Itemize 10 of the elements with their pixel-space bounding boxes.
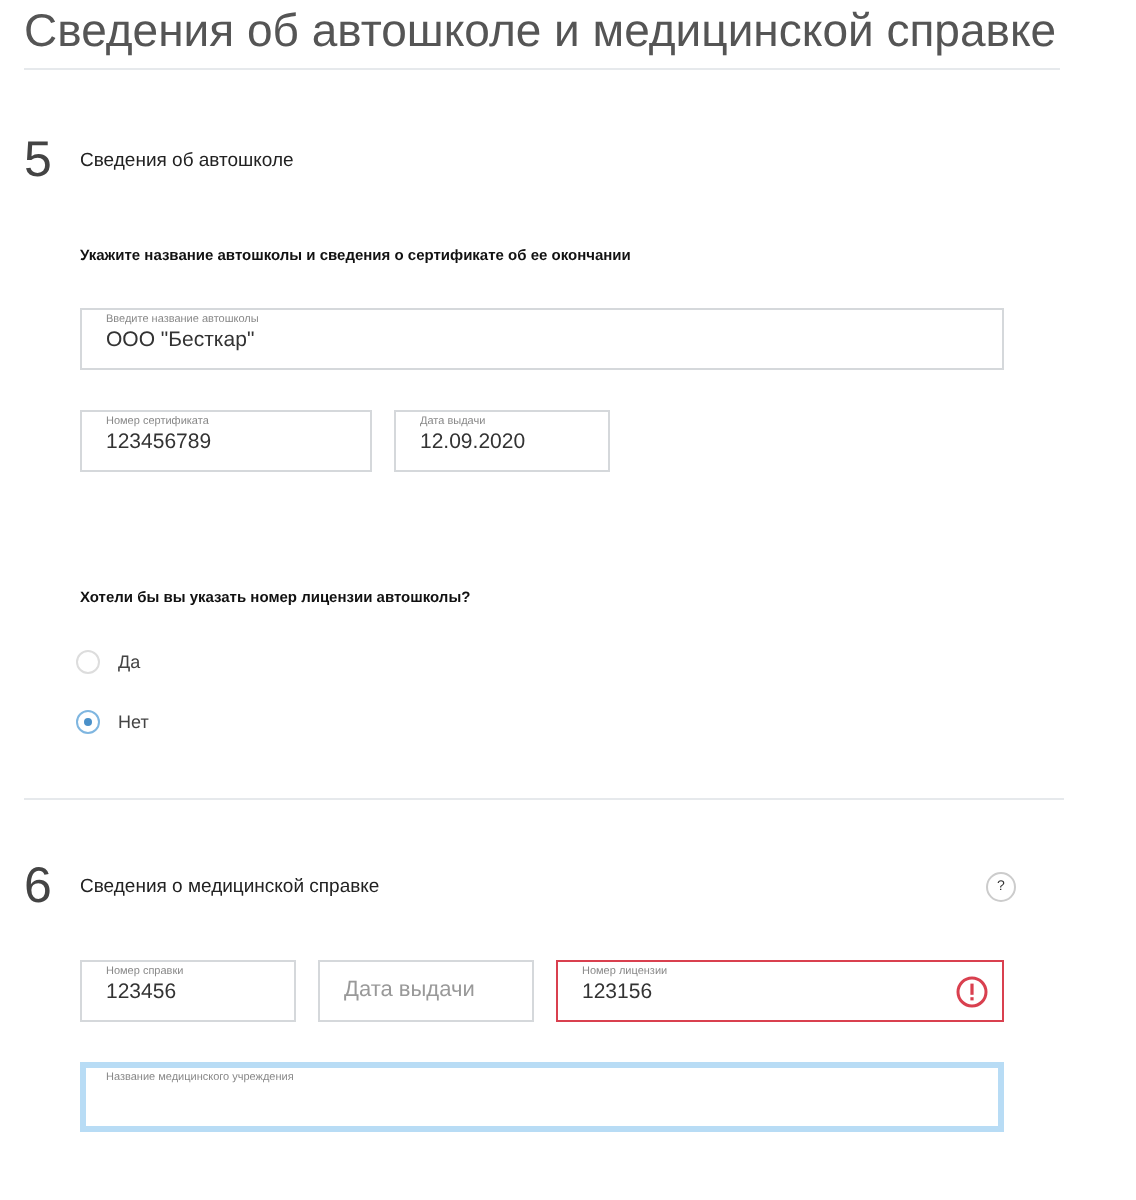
section-heading: Сведения об автошколе [80, 149, 294, 171]
step-number: 5 [24, 131, 54, 189]
page-title: Сведения об автошколе и медицинской справке [24, 0, 1060, 70]
section-heading: Сведения о медицинской справке [80, 875, 380, 897]
radio-option[interactable]: Да [76, 650, 141, 674]
radio-button[interactable] [76, 710, 100, 734]
radio-option[interactable]: Нет [76, 710, 149, 734]
step-number: 6 [24, 857, 54, 915]
error-icon [956, 976, 988, 1008]
radio-button[interactable] [76, 650, 100, 674]
